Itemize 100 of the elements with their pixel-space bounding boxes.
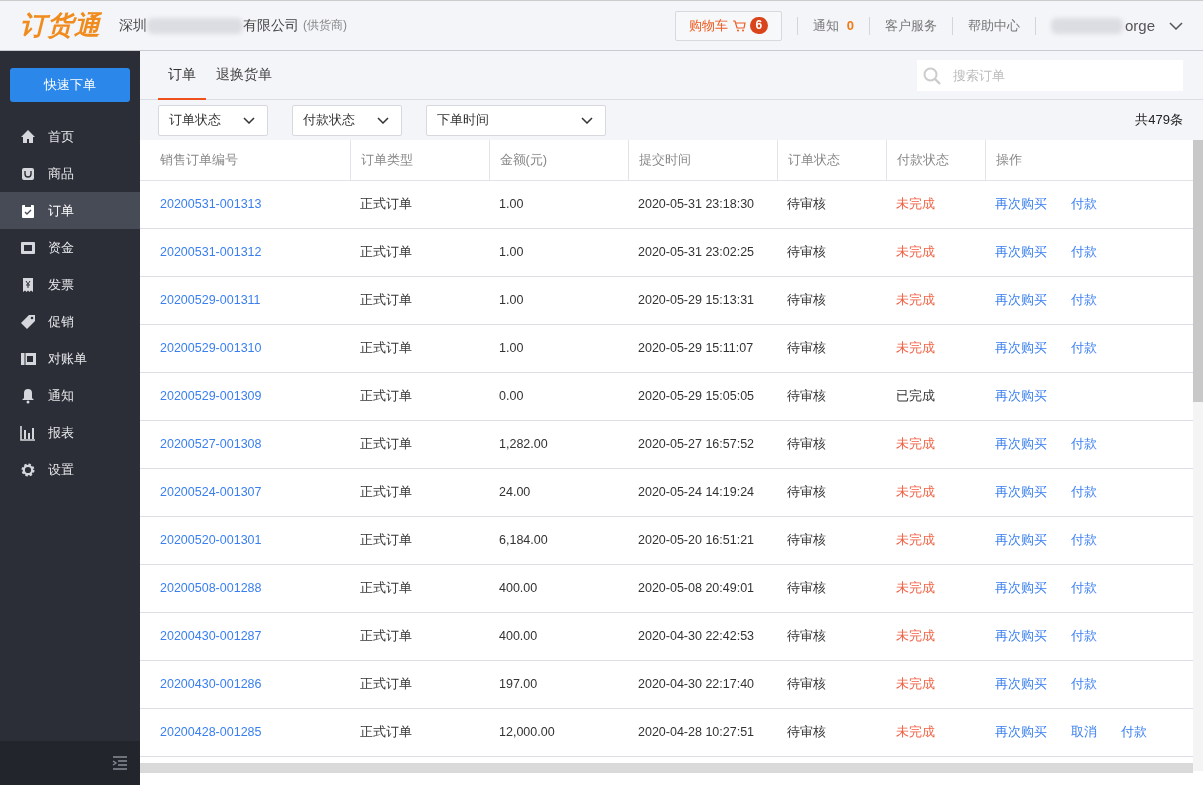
table-cell: 2020-05-31 23:02:25 xyxy=(628,228,777,276)
action-link[interactable]: 付款 xyxy=(1071,340,1097,355)
table-cell: 2020-04-30 22:17:40 xyxy=(628,660,777,708)
cart-button[interactable]: 购物车 6 xyxy=(674,10,782,41)
action-link[interactable]: 再次购买 xyxy=(995,244,1047,259)
order-number-link[interactable]: 20200430-001286 xyxy=(140,660,350,708)
chevron-down-icon xyxy=(243,116,255,124)
action-link[interactable]: 再次购买 xyxy=(995,580,1047,595)
sidebar-item[interactable]: 通知 xyxy=(0,377,140,414)
action-link[interactable]: 再次购买 xyxy=(995,196,1047,211)
table-cell: 待审核 xyxy=(777,228,886,276)
table-cell: 待审核 xyxy=(777,420,886,468)
table-cell: 正式订单 xyxy=(350,516,489,564)
action-link[interactable]: 再次购买 xyxy=(995,388,1047,403)
table-cell: 2020-04-30 22:42:53 xyxy=(628,612,777,660)
order-number-link[interactable]: 20200529-001310 xyxy=(140,324,350,372)
table-cell: 正式订单 xyxy=(350,564,489,612)
table-cell: 1.00 xyxy=(489,324,628,372)
table-cell: 待审核 xyxy=(777,612,886,660)
table-cell: 待审核 xyxy=(777,660,886,708)
order-number-link[interactable]: 20200529-001309 xyxy=(140,372,350,420)
logo: 订货通 xyxy=(20,9,101,42)
order-number-link[interactable]: 20200527-001308 xyxy=(140,420,350,468)
order-number-link[interactable]: 20200520-001301 xyxy=(140,516,350,564)
action-link[interactable]: 取消 xyxy=(1071,724,1097,739)
table-cell: 1.00 xyxy=(489,276,628,324)
table-cell: 待审核 xyxy=(777,372,886,420)
action-link[interactable]: 再次购买 xyxy=(995,676,1047,691)
sidebar-item[interactable]: 首页 xyxy=(0,118,140,155)
action-link[interactable]: 再次购买 xyxy=(995,532,1047,547)
action-link[interactable]: 再次购买 xyxy=(995,436,1047,451)
order-number-link[interactable]: 20200524-001307 xyxy=(140,468,350,516)
column-header: 付款状态 xyxy=(886,140,985,180)
order-number-link[interactable]: 20200430-001287 xyxy=(140,612,350,660)
order-number-link[interactable]: 20200531-001312 xyxy=(140,228,350,276)
table-cell: 正式订单 xyxy=(350,324,489,372)
action-link[interactable]: 付款 xyxy=(1071,196,1097,211)
company-name: 深圳 xyxy=(119,16,147,35)
tab[interactable]: 退换货单 xyxy=(206,51,282,100)
action-link[interactable]: 再次购买 xyxy=(995,292,1047,307)
payment-status: 未完成 xyxy=(886,516,985,564)
order-number-link[interactable]: 20200529-001311 xyxy=(140,276,350,324)
payment-status: 未完成 xyxy=(886,708,985,756)
statement-icon xyxy=(20,350,36,367)
quick-order-button[interactable]: 快速下单 xyxy=(10,68,130,102)
table-cell: 待审核 xyxy=(777,180,886,228)
action-link[interactable]: 付款 xyxy=(1071,580,1097,595)
table-cell: 2020-05-24 14:19:24 xyxy=(628,468,777,516)
sidebar-item[interactable]: 促销 xyxy=(0,303,140,340)
table-cell: 2020-05-29 15:11:07 xyxy=(628,324,777,372)
filter-dropdown[interactable]: 下单时间 xyxy=(426,104,606,136)
payment-status: 未完成 xyxy=(886,468,985,516)
action-link[interactable]: 再次购买 xyxy=(995,724,1047,739)
sidebar-item[interactable]: 对账单 xyxy=(0,340,140,377)
total-count: 共479条 xyxy=(1135,111,1183,129)
table-cell: 正式订单 xyxy=(350,372,489,420)
horizontal-scrollbar[interactable] xyxy=(140,762,1193,773)
sidebar-item[interactable]: 订单 xyxy=(0,192,140,229)
order-number-link[interactable]: 20200508-001288 xyxy=(140,564,350,612)
payment-status: 未完成 xyxy=(886,612,985,660)
column-header: 订单类型 xyxy=(350,140,489,180)
header-link[interactable]: 帮助中心 xyxy=(967,16,1020,35)
action-link[interactable]: 付款 xyxy=(1071,676,1097,691)
table-cell: 400.00 xyxy=(489,564,628,612)
action-link[interactable]: 再次购买 xyxy=(995,484,1047,499)
payment-status: 未完成 xyxy=(886,660,985,708)
money-icon xyxy=(20,239,36,256)
header-link[interactable]: 客户服务 xyxy=(884,16,937,35)
table-cell: 12,000.00 xyxy=(489,708,628,756)
table-cell: 1,282.00 xyxy=(489,420,628,468)
action-link[interactable]: 付款 xyxy=(1071,484,1097,499)
table-cell: 正式订单 xyxy=(350,660,489,708)
notice-count: 0 xyxy=(846,17,854,33)
sidebar-item[interactable]: 设置 xyxy=(0,451,140,488)
sidebar-item[interactable]: 商品 xyxy=(0,155,140,192)
scrollbar-thumb[interactable] xyxy=(1193,140,1203,402)
chevron-down-icon xyxy=(581,116,593,124)
notice-link[interactable]: 通知 0 xyxy=(812,16,854,35)
filter-dropdown[interactable]: 付款状态 xyxy=(292,104,402,136)
order-number-link[interactable]: 20200428-001285 xyxy=(140,708,350,756)
search-field[interactable]: 搜索订单 xyxy=(917,60,1183,91)
vertical-scrollbar[interactable] xyxy=(1193,140,1203,771)
payment-status: 已完成 xyxy=(886,372,985,420)
column-header: 销售订单编号 xyxy=(140,140,350,180)
payment-status: 未完成 xyxy=(886,180,985,228)
action-link[interactable]: 付款 xyxy=(1071,292,1097,307)
table-cell: 0.00 xyxy=(489,372,628,420)
sidebar-item[interactable]: 资金 xyxy=(0,229,140,266)
filter-dropdown[interactable]: 订单状态 xyxy=(158,104,268,136)
order-number-link[interactable]: 20200531-001313 xyxy=(140,180,350,228)
action-link[interactable]: 付款 xyxy=(1071,532,1097,547)
user-name[interactable]: orge xyxy=(1124,17,1155,34)
sidebar-item[interactable]: 发票 xyxy=(0,266,140,303)
action-link[interactable]: 付款 xyxy=(1071,436,1097,451)
sidebar-item[interactable]: 报表 xyxy=(0,414,140,451)
action-link[interactable]: 付款 xyxy=(1071,244,1097,259)
action-link[interactable]: 付款 xyxy=(1071,628,1097,643)
action-link[interactable]: 付款 xyxy=(1121,724,1147,739)
action-link[interactable]: 再次购买 xyxy=(995,628,1047,643)
action-link[interactable]: 再次购买 xyxy=(995,340,1047,355)
